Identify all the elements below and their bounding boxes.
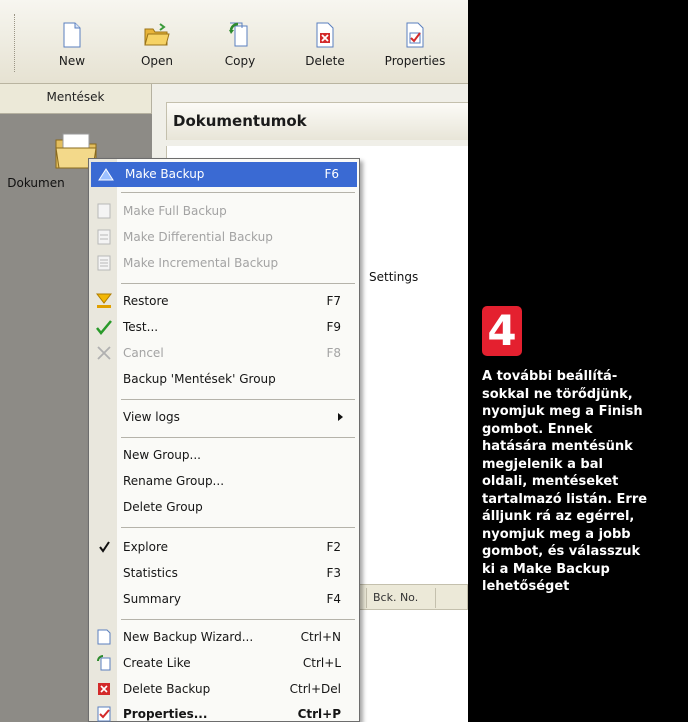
- caption-line: megjelenik a bal: [482, 456, 603, 472]
- open-button[interactable]: Open: [126, 10, 188, 76]
- copy-button-label: Copy: [224, 54, 256, 68]
- properties-icon: [406, 22, 424, 48]
- menu-item-explore[interactable]: Explore F2: [89, 535, 359, 560]
- menu-item-restore[interactable]: Restore F7: [89, 289, 359, 314]
- differential-backup-icon: [97, 229, 111, 245]
- new-button-label: New: [58, 54, 86, 68]
- menu-item-make-full-backup[interactable]: Make Full Backup: [89, 199, 359, 224]
- open-button-label: Open: [140, 54, 174, 68]
- properties-button-label: Properties: [384, 54, 446, 68]
- copy-button[interactable]: Copy: [212, 10, 268, 76]
- incremental-backup-icon: [97, 255, 111, 271]
- menu-item-view-logs[interactable]: View logs: [89, 405, 359, 430]
- properties-icon: [97, 706, 111, 722]
- sidebar-header[interactable]: Mentések: [0, 84, 152, 114]
- caption-line: oldali, mentéseket: [482, 474, 619, 489]
- menu-item-create-like[interactable]: Create Like Ctrl+L: [89, 651, 359, 676]
- delete-icon: [316, 22, 334, 48]
- open-folder-icon: [144, 23, 170, 46]
- panel-title: Dokumentumok: [166, 102, 468, 140]
- cancel-icon: [97, 346, 111, 360]
- menu-item-test[interactable]: Test... F9: [89, 315, 359, 340]
- backup-icon: [98, 168, 114, 181]
- new-document-icon: [63, 22, 81, 48]
- properties-button[interactable]: Properties: [376, 10, 454, 76]
- checkmark-icon: [99, 541, 110, 553]
- caption-line: ki a Make Backup: [482, 561, 610, 577]
- create-like-icon: [97, 655, 111, 671]
- copy-icon: [229, 22, 248, 47]
- delete-button-label: Delete: [305, 54, 345, 68]
- menu-item-delete-backup[interactable]: Delete Backup Ctrl+Del: [89, 677, 359, 702]
- caption-line: nyomjuk meg a Finish: [482, 404, 643, 419]
- menu-item-summary[interactable]: Summary F4: [89, 587, 359, 612]
- menu-item-cancel[interactable]: Cancel F8: [89, 341, 359, 366]
- submenu-arrow-icon: [338, 413, 343, 421]
- menu-item-statistics[interactable]: Statistics F3: [89, 561, 359, 586]
- caption-line: gombot, és válasszuk: [482, 544, 641, 559]
- check-icon: [96, 320, 112, 335]
- context-menu: Make Backup F6 Make Full Backup Make Dif…: [88, 158, 360, 722]
- menu-item-delete-group[interactable]: Delete Group: [89, 495, 359, 520]
- menu-separator: [121, 192, 355, 193]
- menu-separator: [121, 437, 355, 438]
- caption-line: tartalmazó listán. Erre: [482, 491, 648, 507]
- menu-item-make-differential-backup[interactable]: Make Differential Backup: [89, 225, 359, 250]
- restore-icon: [96, 293, 112, 308]
- menu-item-new-group[interactable]: New Group...: [89, 443, 359, 468]
- settings-text[interactable]: Settings: [369, 270, 418, 284]
- delete-button[interactable]: Delete: [296, 10, 354, 76]
- new-button[interactable]: New: [44, 10, 100, 76]
- caption-line: A további beállítá-: [482, 369, 618, 384]
- menu-separator: [121, 283, 355, 284]
- menu-separator: [121, 619, 355, 620]
- menu-separator: [121, 527, 355, 528]
- menu-item-rename-group[interactable]: Rename Group...: [89, 469, 359, 494]
- application-window: New Open Copy Delete Properties Mentések…: [0, 0, 468, 722]
- caption-text: A további beállítá- sokkal ne törődjünk,…: [482, 368, 682, 596]
- menu-item-properties[interactable]: Properties... Ctrl+P: [89, 702, 359, 722]
- full-backup-icon: [97, 203, 111, 219]
- menu-item-new-backup-wizard[interactable]: New Backup Wizard... Ctrl+N: [89, 625, 359, 650]
- sidebar-item-label: Dokumen: [7, 176, 65, 190]
- wizard-icon: [97, 629, 111, 645]
- caption-line: gombot. Ennek: [482, 421, 593, 437]
- delete-backup-icon: [98, 683, 110, 695]
- menu-item-make-backup[interactable]: Make Backup F6: [91, 162, 357, 187]
- step-badge: 4: [482, 306, 522, 356]
- caption-line: nyomjuk meg a jobb: [482, 526, 631, 542]
- caption-line: álljunk rá az egérrel,: [482, 509, 635, 524]
- caption-line: lehetőséget: [482, 579, 570, 594]
- menu-separator: [121, 399, 355, 400]
- toolbar: New Open Copy Delete Properties: [0, 0, 468, 84]
- menu-item-make-incremental-backup[interactable]: Make Incremental Backup: [89, 251, 359, 276]
- menu-item-backup-group[interactable]: Backup 'Mentések' Group: [89, 367, 359, 392]
- caption-line: sokkal ne törődjünk,: [482, 386, 633, 402]
- column-header-bck-no[interactable]: Bck. No.: [366, 588, 436, 608]
- caption-line: hatására mentésünk: [482, 439, 633, 454]
- toolbar-grip[interactable]: [14, 14, 17, 72]
